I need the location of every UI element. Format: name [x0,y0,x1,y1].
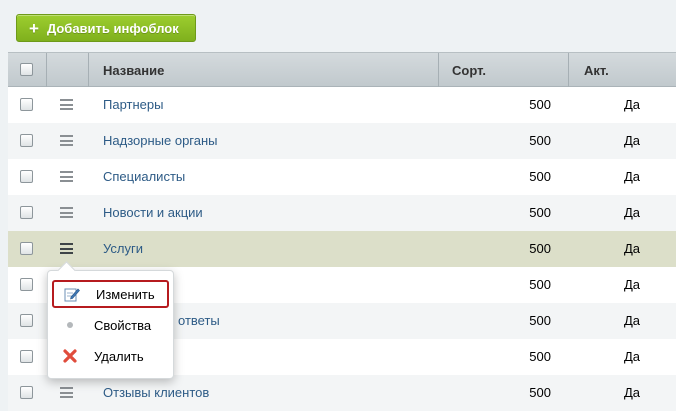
row-checkbox[interactable] [20,242,33,255]
header-divider [568,53,569,87]
row-active-value: Да [623,133,640,148]
row-checkbox[interactable] [20,134,33,147]
menu-item-delete[interactable]: Удалить [52,342,169,370]
row-name-link[interactable]: Партнеры [103,87,163,123]
row-checkbox[interactable] [20,278,33,291]
menu-item-properties[interactable]: Свойства [52,311,169,339]
row-active-value: Да [623,313,640,328]
toolbar: + Добавить инфоблок [0,0,676,52]
row-name-link[interactable]: Новости и акции [103,195,203,231]
row-checkbox[interactable] [20,98,33,111]
row-sort-value: 500 [529,385,551,400]
row-active-value: Да [623,241,640,256]
select-all-checkbox[interactable] [20,63,33,76]
menu-item-edit-label: Изменить [96,286,155,302]
row-name-link[interactable]: Отзывы клиентов [103,375,209,411]
row-menu-icon[interactable] [60,207,73,218]
table-row: Партнеры 500 Да [8,87,676,123]
dot-icon [62,317,78,333]
column-header-name[interactable]: Название [103,53,164,87]
row-sort-value: 500 [529,349,551,364]
row-checkbox[interactable] [20,170,33,183]
row-menu-icon[interactable] [60,171,73,182]
row-name-link[interactable]: Услуги [103,231,143,267]
header-divider [46,53,47,87]
row-sort-value: 500 [529,97,551,112]
row-sort-value: 500 [529,205,551,220]
row-active-value: Да [623,349,640,364]
row-active-value: Да [623,97,640,112]
row-checkbox[interactable] [20,386,33,399]
row-checkbox[interactable] [20,314,33,327]
row-menu-icon[interactable] [60,387,73,398]
add-infoblock-button[interactable]: + Добавить инфоблок [16,14,196,42]
menu-item-properties-label: Свойства [94,317,152,333]
row-sort-value: 500 [529,313,551,328]
menu-item-edit[interactable]: Изменить [52,280,169,308]
row-active-value: Да [623,205,640,220]
add-infoblock-label: Добавить инфоблок [46,20,179,36]
row-sort-value: 500 [529,277,551,292]
menu-item-delete-label: Удалить [94,348,144,364]
row-sort-value: 500 [529,133,551,148]
row-menu-icon[interactable] [60,99,73,110]
row-menu-icon[interactable] [60,135,73,146]
row-name-link[interactable]: Специалисты [103,159,185,195]
table-row: Отзывы клиентов 500 Да [8,375,676,411]
row-context-menu: Изменить Свойства Удалить [47,270,174,379]
row-name-link[interactable]: ответы [178,303,220,339]
row-checkbox[interactable] [20,206,33,219]
table-header: Название Сорт. Акт. [8,52,676,87]
row-active-value: Да [623,277,640,292]
table-row: Надзорные органы 500 Да [8,123,676,159]
table-row: Специалисты 500 Да [8,159,676,195]
column-header-active[interactable]: Акт. [584,53,609,87]
edit-icon [64,286,80,302]
row-checkbox[interactable] [20,350,33,363]
row-sort-value: 500 [529,241,551,256]
row-active-value: Да [623,169,640,184]
row-sort-value: 500 [529,169,551,184]
header-divider [88,53,89,87]
table-row-highlighted: Услуги 500 Да [8,231,676,267]
row-menu-icon[interactable] [60,243,73,254]
row-name-link[interactable]: Надзорные органы [103,123,218,159]
table-row: Новости и акции 500 Да [8,195,676,231]
row-active-value: Да [623,385,640,400]
plus-icon: + [29,18,39,38]
delete-icon [62,348,78,364]
column-header-sort[interactable]: Сорт. [452,53,486,87]
header-divider [438,53,439,87]
